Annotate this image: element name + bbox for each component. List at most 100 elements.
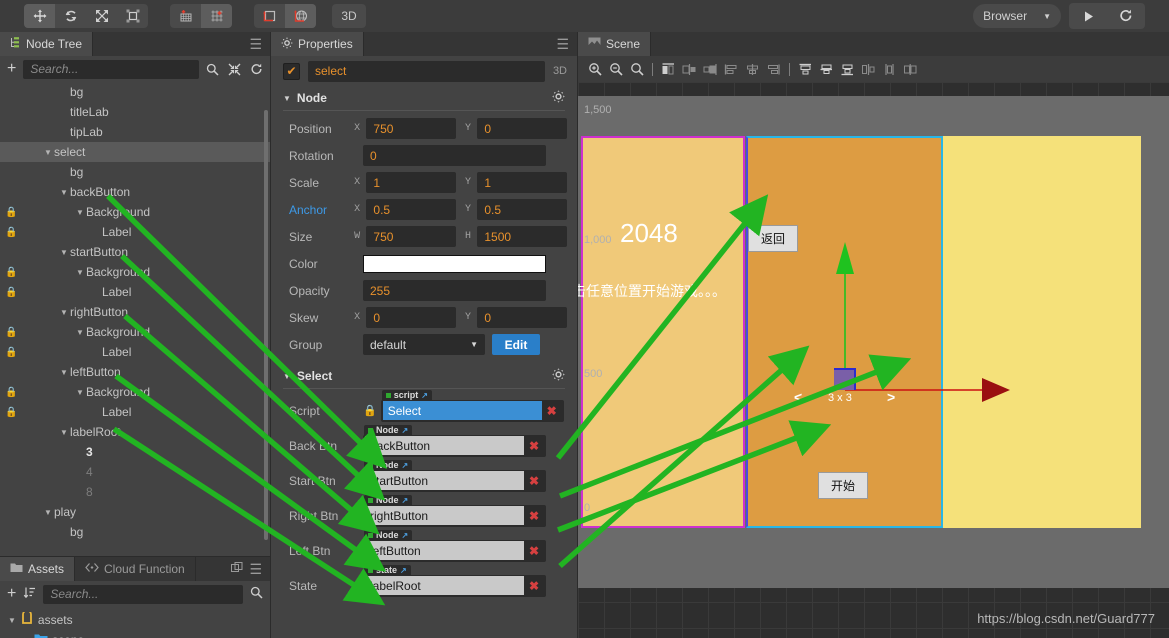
lock-icon[interactable]: 🔒 (5, 227, 17, 238)
assets-row-assets[interactable]: ▼ assets (0, 609, 270, 630)
node-tree-scrollbar[interactable] (264, 110, 268, 540)
refresh-button[interactable] (1107, 3, 1145, 29)
node-name-input[interactable]: select (308, 60, 545, 82)
lock-icon[interactable]: 🔒 (5, 347, 17, 358)
node-section-gear-icon[interactable] (552, 90, 565, 106)
scene-node-next-bg[interactable] (943, 136, 1141, 528)
zoom-out-icon[interactable] (605, 58, 626, 80)
chevron-down-icon[interactable]: ▼ (283, 94, 291, 103)
align-right-icon[interactable] (700, 58, 721, 80)
clear-reference-button[interactable]: ✖ (524, 439, 544, 453)
select-section-header[interactable]: ▼ Select (271, 364, 577, 388)
select-section-gear-icon[interactable] (552, 368, 565, 384)
dist-v-center-icon[interactable] (879, 58, 900, 80)
scene-right-chevron[interactable]: > (887, 389, 895, 405)
node-tree-row[interactable]: 🔒 Label (0, 282, 270, 302)
node-tree-row[interactable]: titleLab (0, 102, 270, 122)
popout-icon[interactable] (231, 561, 243, 577)
align-left-icon[interactable] (658, 58, 679, 80)
assets-row-scene[interactable]: ▶ scene (0, 630, 270, 638)
assets-menu-icon[interactable]: ☰ (249, 562, 262, 576)
anchor-y-input[interactable]: 0.5 (477, 199, 567, 220)
pivot-center-tool-button[interactable] (170, 4, 201, 28)
scale-y-input[interactable]: 1 (477, 172, 567, 193)
node-tree-row[interactable]: ▼ rightButton (0, 302, 270, 322)
position-x-input[interactable]: 750 (366, 118, 457, 139)
lock-icon[interactable]: 🔒 (5, 407, 17, 418)
add-node-button[interactable]: + (7, 61, 16, 77)
scene-start-button[interactable]: 开始 (818, 472, 869, 499)
group-edit-button[interactable]: Edit (492, 334, 540, 355)
move-tool-button[interactable] (24, 4, 55, 28)
dist-left-icon[interactable] (721, 58, 742, 80)
chevron-down-icon[interactable]: ▼ (76, 268, 86, 277)
dist-h-center-icon[interactable] (742, 58, 763, 80)
component-ref-value[interactable]: startButton (365, 471, 524, 490)
node-enabled-checkbox[interactable]: ✔ (283, 62, 300, 80)
node-tree-row[interactable]: 🔒 ▼ Background (0, 262, 270, 282)
node-tree-menu-icon[interactable]: ☰ (249, 37, 262, 51)
node-tree-row[interactable]: 🔒 ▼ Background (0, 322, 270, 342)
open-external-icon[interactable]: ↗ (402, 496, 409, 505)
rect-transform-tool-button[interactable] (117, 4, 148, 28)
chevron-down-icon[interactable]: ▼ (60, 188, 70, 197)
assets-tree[interactable]: ▼ assets ▶ scene (0, 607, 270, 638)
lock-icon[interactable]: 🔒 (5, 327, 17, 338)
node-tree-row[interactable]: bg (0, 522, 270, 542)
add-asset-button[interactable]: + (7, 586, 16, 602)
preview-target-select[interactable]: Browser ▼ (973, 4, 1061, 28)
scale-x-input[interactable]: 1 (366, 172, 457, 193)
node-tree-row[interactable]: 8 (0, 482, 270, 502)
node-tree-row[interactable]: ▼ startButton (0, 242, 270, 262)
tab-node-tree[interactable]: Node Tree (0, 32, 94, 56)
node-tree-row[interactable]: ▼ labelRoot (0, 422, 270, 442)
group-select[interactable]: default ▼ (363, 334, 485, 355)
align-bottom-icon[interactable] (837, 58, 858, 80)
component-ref-value[interactable]: labelRoot (365, 576, 524, 595)
anchor-x-input[interactable]: 0.5 (366, 199, 457, 220)
lock-icon[interactable]: 🔒 (5, 267, 17, 278)
chevron-down-icon[interactable]: ▼ (60, 248, 70, 257)
node-tree-row[interactable]: 🔒 ▼ Background (0, 202, 270, 222)
open-external-icon[interactable]: ↗ (402, 531, 409, 540)
node-tree-row[interactable]: ▼ leftButton (0, 362, 270, 382)
node-tree-row[interactable]: ▼ backButton (0, 182, 270, 202)
node-tree-row[interactable]: 🔒 Label (0, 402, 270, 422)
dist-top-icon[interactable] (858, 58, 879, 80)
clear-reference-button[interactable]: ✖ (524, 544, 544, 558)
open-external-icon[interactable]: ↗ (421, 391, 428, 400)
component-ref-value[interactable]: leftButton (365, 541, 524, 560)
zoom-in-icon[interactable] (584, 58, 605, 80)
collapse-all-icon[interactable] (228, 63, 241, 76)
component-ref-value[interactable]: rightButton (365, 506, 524, 525)
chevron-down-icon[interactable]: ▼ (60, 368, 70, 377)
assets-search-icon[interactable] (250, 586, 263, 602)
skew-x-input[interactable]: 0 (366, 307, 457, 328)
dist-right-icon[interactable] (763, 58, 784, 80)
align-h-center-icon[interactable] (679, 58, 700, 80)
scene-gizmo-node-handle[interactable] (834, 368, 856, 390)
dist-bottom-icon[interactable] (900, 58, 921, 80)
open-external-icon[interactable]: ↗ (402, 426, 409, 435)
clear-reference-button[interactable]: ✖ (524, 579, 544, 593)
align-v-center-icon[interactable] (816, 58, 837, 80)
scene-node-select-selected[interactable] (746, 136, 943, 528)
node-tree-row[interactable]: bg (0, 162, 270, 182)
toggle-3d-button[interactable]: 3D (332, 4, 366, 28)
lock-icon[interactable]: 🔒 (5, 207, 17, 218)
tab-assets[interactable]: Assets (0, 557, 76, 581)
node-tree-search-input[interactable]: Search... (23, 59, 199, 79)
chevron-down-icon[interactable]: ▼ (60, 308, 70, 317)
global-axis-tool-button[interactable] (285, 4, 316, 28)
sync-icon[interactable] (250, 63, 263, 76)
chevron-down-icon[interactable]: ▼ (76, 328, 86, 337)
sort-icon[interactable] (23, 586, 36, 602)
assets-search-input[interactable]: Search... (43, 584, 243, 604)
scene-left-chevron[interactable]: < (794, 389, 802, 405)
align-top-icon[interactable] (795, 58, 816, 80)
lock-icon[interactable]: 🔒 (5, 287, 17, 298)
open-external-icon[interactable]: ↗ (400, 566, 407, 575)
chevron-down-icon[interactable]: ▼ (44, 508, 54, 517)
chevron-down-icon[interactable]: ▼ (76, 208, 86, 217)
node-tree-row[interactable]: 4 (0, 462, 270, 482)
